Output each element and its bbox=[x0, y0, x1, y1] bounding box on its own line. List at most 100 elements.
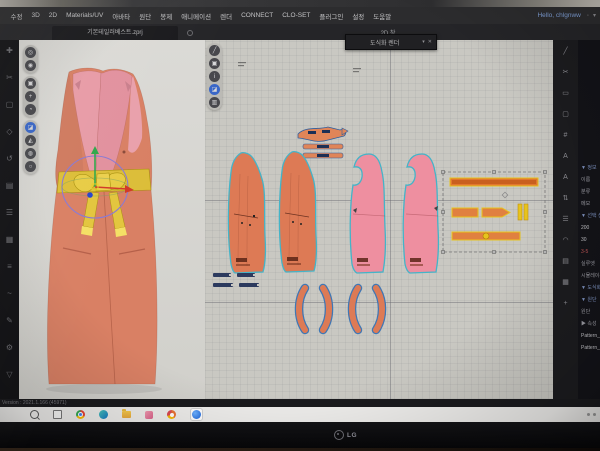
clo-app-icon[interactable] bbox=[145, 411, 153, 419]
gear-icon[interactable]: ⚙ bbox=[6, 343, 13, 353]
add-tool-icon[interactable]: + bbox=[563, 300, 567, 308]
menu-animation[interactable]: 애니메이션 bbox=[177, 11, 216, 21]
menu-avatar[interactable]: 아바타 bbox=[108, 11, 135, 21]
props-value[interactable]: 200 bbox=[581, 222, 600, 234]
viewport-2d[interactable]: ╱ ▣ i ◪ ▥ bbox=[205, 40, 553, 399]
menu-plugin[interactable]: 플러그인 bbox=[315, 11, 348, 21]
mesh-view-icon[interactable]: ◭ bbox=[25, 135, 36, 146]
rectangle-tool-icon[interactable]: ▢ bbox=[562, 111, 569, 119]
list-icon[interactable]: ☰ bbox=[6, 208, 13, 218]
menu-render[interactable]: 렌더 bbox=[216, 11, 237, 21]
pattern-armhole-facings[interactable] bbox=[299, 288, 382, 330]
texture-surface-icon[interactable]: ◪ bbox=[25, 122, 36, 133]
props-value[interactable]: 30 bbox=[581, 234, 600, 246]
menu-2d[interactable]: 2D bbox=[44, 12, 61, 19]
scissors-icon[interactable]: ✂ bbox=[6, 73, 13, 83]
props-section-drawing[interactable]: ▼ 도식화 bbox=[581, 282, 600, 294]
text-tool-icon[interactable]: A bbox=[563, 153, 568, 161]
trace-icon[interactable]: ▭ bbox=[562, 90, 569, 98]
taskbar-tray[interactable] bbox=[587, 413, 600, 416]
menu-settings[interactable]: 설정 bbox=[348, 11, 369, 21]
user-greeting[interactable]: Hello, chlgnww bbox=[537, 12, 586, 19]
edge-icon[interactable] bbox=[99, 410, 108, 419]
schematic-render-title: 도식화 렌더 bbox=[350, 38, 419, 47]
snapshot-icon[interactable]: ◉ bbox=[25, 60, 36, 71]
mannequin-icon[interactable]: ◍ bbox=[25, 148, 36, 159]
show-garment-icon[interactable]: ▣ bbox=[25, 78, 36, 89]
show-garment-2d-icon[interactable]: ▣ bbox=[209, 58, 220, 69]
align-icon[interactable]: ≡ bbox=[7, 262, 12, 272]
texture-view-icon[interactable]: ◪ bbox=[209, 84, 220, 95]
pattern-display-icon[interactable]: ▥ bbox=[209, 97, 220, 108]
task-view-icon[interactable] bbox=[53, 410, 62, 419]
pattern-front-left[interactable] bbox=[228, 153, 265, 273]
props-section-info[interactable]: ▼ 정보 bbox=[581, 162, 600, 174]
board-icon[interactable]: ▤ bbox=[6, 181, 14, 191]
props-pattern-name[interactable]: Pattern_ bbox=[581, 342, 600, 354]
menu-materials-uv[interactable]: Materials/UV bbox=[62, 12, 108, 19]
show-avatar-icon[interactable]: ◔ bbox=[25, 104, 36, 115]
viewport-3d[interactable]: ◎ ◉ ▣ + ◔ ◪ ◭ ◍ ○ bbox=[19, 40, 205, 399]
menu-clo-set[interactable]: CLO-SET bbox=[278, 12, 315, 19]
curve-icon[interactable]: ~ bbox=[7, 289, 12, 299]
garment-3d-render[interactable] bbox=[19, 40, 205, 399]
pattern-belt-strip-1[interactable] bbox=[303, 144, 343, 149]
2d-tool-column: ╱ ✂ ▭ ▢ # A A ⇅ ☰ ◠ ▤ ▦ + bbox=[553, 40, 578, 399]
status-bar: Version : 2021.1.166 (45971) bbox=[0, 399, 600, 407]
gizmo-move-icon[interactable]: ✚ bbox=[6, 46, 13, 56]
project-file-tab[interactable]: 기본테일러베스트.zprj bbox=[52, 26, 178, 40]
props-section-selection[interactable]: ▼ 선택 선분 bbox=[581, 210, 600, 222]
search-icon[interactable] bbox=[30, 410, 39, 419]
show-seams-icon[interactable]: + bbox=[25, 91, 36, 102]
pattern-welt-pieces[interactable] bbox=[213, 273, 260, 287]
internal-grid-icon[interactable]: # bbox=[564, 132, 568, 140]
active-app-tile[interactable] bbox=[190, 408, 203, 421]
seam-tool-icon[interactable]: ☰ bbox=[562, 216, 568, 224]
chevron-down-icon[interactable]: ▽ bbox=[6, 370, 12, 380]
photo-wall-background bbox=[0, 0, 600, 7]
menu-edit[interactable]: 수정 bbox=[6, 11, 27, 21]
props-section-fabric[interactable]: ▼ 원단 bbox=[581, 294, 600, 306]
menu-help[interactable]: 도움말 bbox=[369, 11, 396, 21]
menu-3d[interactable]: 3D bbox=[27, 12, 44, 19]
pattern-pieces-canvas[interactable] bbox=[205, 40, 553, 399]
3d-toolbar-group-2: ▣ + ◔ bbox=[23, 76, 38, 117]
pattern-belt-bow[interactable] bbox=[298, 127, 348, 141]
selected-belt-pieces[interactable] bbox=[450, 178, 538, 240]
file-explorer-icon[interactable] bbox=[122, 411, 131, 418]
props-row: 실루엣 bbox=[581, 258, 600, 270]
pen-icon[interactable]: ✎ bbox=[6, 316, 13, 326]
collapse-icon[interactable]: ▾ bbox=[593, 12, 600, 19]
info-icon[interactable]: i bbox=[209, 71, 220, 82]
reset-icon[interactable]: ↺ bbox=[6, 154, 13, 164]
camera-view-icon[interactable]: ◎ bbox=[25, 47, 36, 58]
grid-icon[interactable]: ▦ bbox=[6, 235, 14, 245]
tab-options-icon[interactable] bbox=[187, 30, 193, 36]
cut-icon[interactable]: ✂ bbox=[563, 69, 569, 77]
menu-sewing[interactable]: 봉제 bbox=[156, 11, 177, 21]
point-edit-icon[interactable]: ◇ bbox=[6, 127, 12, 137]
browser-icon[interactable] bbox=[167, 410, 176, 419]
edit-pattern-icon[interactable]: ╱ bbox=[563, 48, 567, 56]
props-pattern-name[interactable]: Pattern_ bbox=[581, 330, 600, 342]
schematic-render-panel[interactable]: 도식화 렌더 ▾ ✕ bbox=[345, 34, 437, 50]
left-tool-strip: ✚ ✂ ▢ ◇ ↺ ▤ ☰ ▦ ≡ ~ ✎ ⚙ ▽ bbox=[0, 40, 19, 399]
fabric-tool-icon[interactable]: ▤ bbox=[562, 258, 569, 266]
pattern-belt-strip-2[interactable] bbox=[303, 153, 343, 158]
mirror-icon[interactable]: ⇅ bbox=[563, 195, 569, 203]
props-value-warning[interactable]: 3-5 bbox=[581, 246, 600, 258]
pattern-back-left[interactable] bbox=[350, 154, 385, 273]
lg-logo-icon bbox=[334, 430, 344, 440]
flatten-icon[interactable]: A bbox=[563, 174, 568, 182]
pen-tool-icon[interactable]: ╱ bbox=[209, 45, 220, 56]
texture-tool-icon[interactable]: ▦ bbox=[562, 279, 569, 287]
display-options-icon[interactable]: ○ bbox=[25, 161, 36, 172]
pattern-box-icon[interactable]: ▢ bbox=[6, 100, 14, 110]
menu-fabric[interactable]: 원단 bbox=[135, 11, 156, 21]
curve-tool-icon[interactable]: ◠ bbox=[562, 237, 568, 245]
pattern-front-right[interactable] bbox=[279, 152, 316, 272]
pattern-back-right[interactable] bbox=[403, 154, 438, 273]
panel-close-icon[interactable]: ✕ bbox=[425, 39, 432, 45]
menu-connect[interactable]: CONNECT bbox=[237, 12, 278, 19]
chrome-icon[interactable] bbox=[76, 410, 85, 419]
